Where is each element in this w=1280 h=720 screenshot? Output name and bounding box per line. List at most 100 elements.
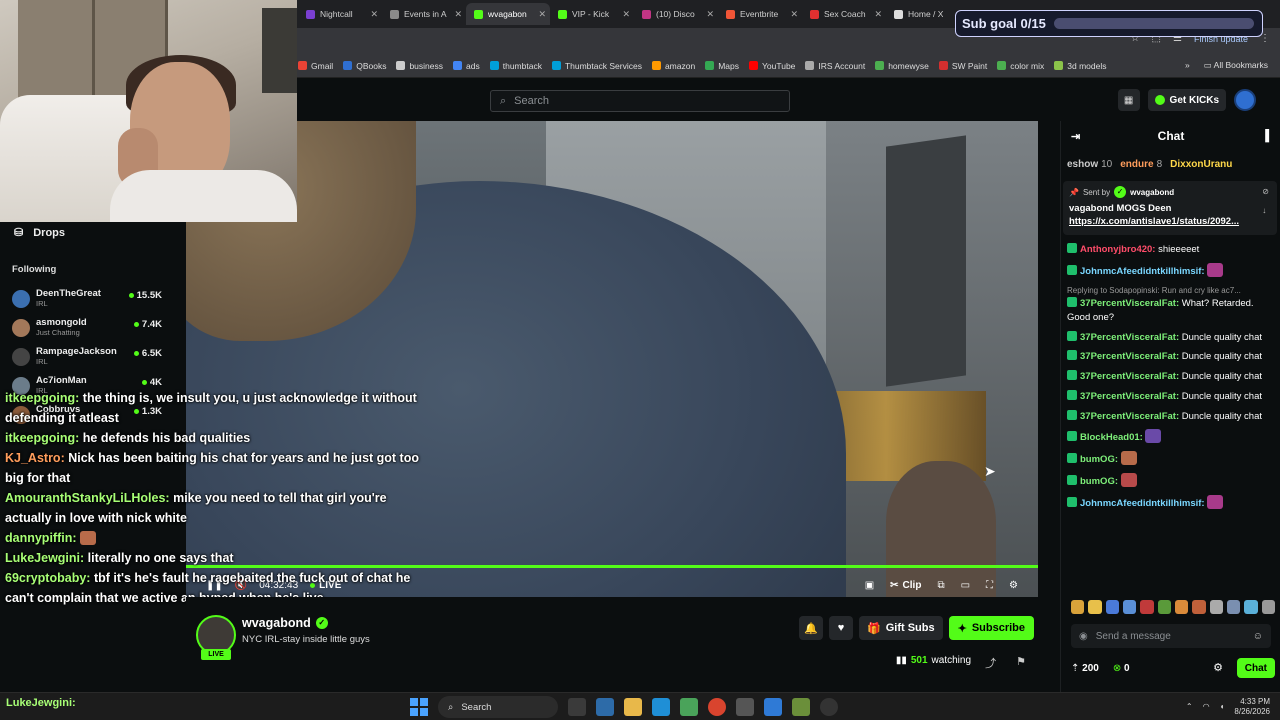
app-icon[interactable] — [820, 698, 838, 716]
browser-tab[interactable]: Nightcall ✕ — [298, 3, 382, 25]
task-view-icon[interactable] — [568, 698, 586, 716]
browser-tab[interactable]: Eventbrite ✕ — [718, 3, 802, 25]
bookmark-item[interactable]: 3d models — [1054, 61, 1107, 71]
emoji-icon[interactable]: ☺ — [1253, 631, 1263, 642]
chat-input[interactable]: ◉ Send a message ☺ — [1071, 624, 1271, 648]
chat-message[interactable]: 37PercentVisceralFat: Duncle quality cha… — [1067, 330, 1277, 345]
theater-mode-icon[interactable]: ▭ — [961, 580, 970, 591]
calculator-icon[interactable] — [652, 698, 670, 716]
emote-icon[interactable] — [1122, 600, 1137, 614]
chat-gear-icon[interactable]: ⚙ — [1213, 661, 1223, 674]
emote-icon[interactable] — [1140, 600, 1154, 614]
emote-icon[interactable] — [1174, 600, 1189, 614]
browser-tab[interactable]: (10) Disco ✕ — [634, 3, 718, 25]
following-channel[interactable]: RampageJackson IRL 6.5K — [12, 342, 162, 371]
kicks-display[interactable]: ⊗ 0 — [1113, 663, 1130, 674]
close-tab-icon[interactable]: ✕ — [370, 9, 378, 20]
bookmark-item[interactable]: color mix — [997, 61, 1044, 71]
browser-tab[interactable]: Events in A ✕ — [382, 3, 466, 25]
app-icon[interactable] — [736, 698, 754, 716]
chat-message[interactable]: 37PercentVisceralFat: Duncle quality cha… — [1067, 350, 1277, 364]
emote-icon[interactable] — [1192, 600, 1206, 614]
settings-icon[interactable]: ⚙ — [1009, 580, 1018, 591]
chat-message[interactable]: Replying to Sodapopinski: Run and cry li… — [1067, 285, 1277, 325]
fullscreen-icon[interactable]: ⛶ — [986, 580, 993, 591]
close-tab-icon[interactable]: ✕ — [874, 9, 882, 20]
emote-icon[interactable] — [1105, 600, 1119, 614]
subscribe-button[interactable]: ✦ Subscribe — [948, 616, 1034, 640]
emote-icon[interactable] — [1157, 600, 1171, 614]
chat-message[interactable]: 37PercentVisceralFat: Duncle quality cha… — [1067, 389, 1277, 404]
send-chat-button[interactable]: Chat — [1236, 658, 1275, 678]
follow-button[interactable]: ♥ — [829, 616, 853, 640]
cast-icon[interactable]: ⧉ — [937, 580, 944, 591]
following-channel[interactable]: asmongold Just Chatting 7.4K — [12, 313, 162, 342]
top-gifter[interactable]: eshow 10 — [1067, 156, 1112, 172]
chrome-icon[interactable] — [708, 698, 726, 716]
bookmark-item[interactable]: homewyse — [875, 61, 929, 71]
chat-message[interactable]: bumOG: — [1067, 473, 1277, 489]
wifi-icon[interactable]: ◠ — [1203, 702, 1210, 711]
following-channel[interactable]: DeenTheGreat IRL 15.5K — [12, 284, 162, 313]
search-input[interactable]: ⌕ Search — [490, 90, 790, 112]
bookmark-item[interactable]: thumbtack — [489, 61, 542, 71]
chat-message[interactable]: Anthonyjbro420: shieeeeet — [1067, 243, 1277, 257]
browser-tab[interactable]: wvagabon ✕ — [466, 3, 550, 25]
miniplayer-icon[interactable]: ▣ — [865, 580, 874, 591]
chat-message[interactable]: bumOG: — [1067, 451, 1277, 467]
gift-subs-button[interactable]: 🎁 Gift Subs — [859, 616, 943, 640]
all-bookmarks-button[interactable]: ▭ All Bookmarks — [1204, 60, 1268, 71]
bookmark-item[interactable]: SW Paint — [938, 61, 987, 71]
close-tab-icon[interactable]: ✕ — [454, 9, 462, 20]
bookmark-item[interactable]: IRS Account — [805, 61, 865, 71]
chat-message[interactable]: BlockHead01: — [1067, 429, 1277, 445]
emote-icon[interactable] — [1071, 600, 1085, 614]
chat-message[interactable]: 37PercentVisceralFat: Duncle quality cha… — [1067, 409, 1277, 424]
user-avatar[interactable] — [1234, 89, 1256, 111]
collapse-chat-icon[interactable]: ⇥ — [1071, 130, 1080, 143]
bookmark-item[interactable]: business — [396, 61, 443, 71]
bookmark-item[interactable]: QBooks — [343, 61, 386, 71]
browser-tab[interactable]: Sex Coach ✕ — [802, 3, 886, 25]
pinned-message[interactable]: 📌 Sent by ✓ wvagabond vagabond MOGS Deen ht… — [1063, 181, 1277, 235]
bookmark-item[interactable]: Maps — [705, 61, 739, 71]
share-icon[interactable]: ⤴ — [985, 655, 996, 671]
tray-chevron-icon[interactable]: ⌃ — [1186, 702, 1193, 711]
bookmark-item[interactable]: Gmail — [298, 61, 333, 71]
clip-button[interactable]: ✂ Clip — [890, 580, 921, 591]
file-explorer-icon[interactable] — [624, 698, 642, 716]
emote-icon[interactable] — [1209, 600, 1223, 614]
app-icon[interactable] — [764, 698, 782, 716]
bookmark-item[interactable]: Thumbtack Services — [551, 61, 642, 71]
emote-icon[interactable] — [1226, 600, 1241, 614]
close-tab-icon[interactable]: ✕ — [622, 9, 630, 20]
store-icon[interactable] — [680, 698, 698, 716]
top-gifter[interactable]: endure 8 — [1120, 156, 1162, 172]
bookmark-item[interactable]: ads — [453, 61, 480, 71]
close-tab-icon[interactable]: ✕ — [706, 9, 714, 20]
browser-tab[interactable]: VIP - Kick ✕ — [550, 3, 634, 25]
points-display[interactable]: ⇡ 200 — [1071, 663, 1099, 674]
app-icon[interactable] — [792, 698, 810, 716]
top-gifter[interactable]: DixxonUranu — [1170, 156, 1235, 172]
stream-manager-button[interactable]: ▦ — [1117, 89, 1140, 111]
emote-icon[interactable] — [1244, 600, 1258, 614]
chat-users-icon[interactable]: ▐ — [1261, 130, 1269, 142]
close-tab-icon[interactable]: ✕ — [538, 9, 546, 20]
clock[interactable]: 4:33 PM 8/26/2026 — [1234, 697, 1270, 716]
taskbar-search[interactable]: ⌕ Search — [438, 696, 558, 718]
notepad-icon[interactable] — [596, 698, 614, 716]
notifications-button[interactable]: 🔔 — [799, 616, 823, 640]
bookmarks-overflow-icon[interactable]: » — [1185, 60, 1190, 71]
bookmark-item[interactable]: YouTube — [749, 61, 795, 71]
close-tab-icon[interactable]: ✕ — [790, 9, 798, 20]
chat-message[interactable]: JohnmcAfeedidntkillhimsif: — [1067, 494, 1277, 511]
emote-icon[interactable] — [1088, 600, 1102, 614]
emote-icon[interactable] — [1261, 600, 1275, 614]
get-kicks-button[interactable]: Get KICKs — [1147, 89, 1226, 111]
windows-start-icon[interactable] — [410, 698, 428, 716]
hide-icon[interactable]: ⊘ — [1262, 187, 1269, 196]
expand-icon[interactable]: ↓ — [1262, 206, 1269, 215]
pinned-link[interactable]: https://x.com/antislave1/status/2092... — [1069, 216, 1271, 227]
drops-link[interactable]: ⛁ Drops — [14, 226, 65, 240]
